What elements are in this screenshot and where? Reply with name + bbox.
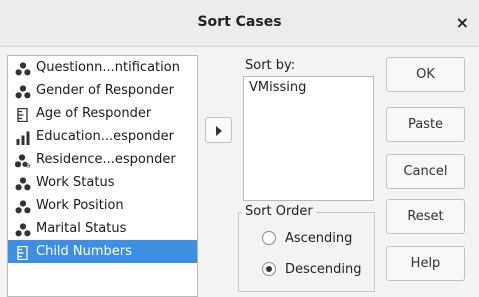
title-bar: Sort Cases ×: [0, 0, 479, 47]
variable-item[interactable]: Child Numbers: [8, 240, 197, 263]
variable-item[interactable]: Questionn...ntification: [8, 56, 197, 79]
variable-item[interactable]: Work Position: [8, 194, 197, 217]
variable-label: Marital Status: [36, 221, 127, 236]
variable-label: Residence...esponder: [36, 152, 176, 167]
sort-order-group: [238, 212, 375, 292]
variable-label: Work Status: [36, 175, 115, 190]
variable-label: Gender of Responder: [36, 83, 174, 98]
variable-label: Age of Responder: [36, 106, 152, 121]
reset-button[interactable]: Reset: [386, 199, 465, 234]
variable-item[interactable]: Gender of Responder: [8, 79, 197, 102]
variable-label: Child Numbers: [36, 244, 132, 259]
variable-label: Questionn...ntification: [36, 60, 180, 75]
ruler-icon: [15, 107, 31, 123]
variable-item[interactable]: Age of Responder: [8, 102, 197, 125]
variable-label: Work Position: [36, 198, 124, 213]
nominal-icon: [15, 61, 31, 76]
descending-label: Descending: [285, 262, 362, 277]
svg-text:a: a: [26, 162, 30, 169]
arrow-right-icon: [216, 126, 222, 136]
ascending-label: Ascending: [285, 231, 353, 246]
sort-order-label: Sort Order: [242, 204, 316, 219]
move-to-sort-by-button[interactable]: [205, 117, 232, 143]
source-variable-list[interactable]: Questionn...ntification Gender of Respond…: [7, 55, 198, 297]
ordinal-icon: [15, 130, 31, 145]
nominal-icon: [15, 199, 31, 214]
ruler-icon: [15, 245, 31, 261]
nominal-icon: [15, 222, 31, 237]
sort-by-item[interactable]: VMissing: [249, 80, 306, 95]
ascending-radio[interactable]: [262, 231, 276, 245]
paste-button[interactable]: Paste: [386, 107, 465, 142]
variable-item[interactable]: Education...esponder: [8, 125, 197, 148]
variable-item[interactable]: a Residence...esponder: [8, 148, 197, 171]
help-button[interactable]: Help: [386, 246, 465, 281]
nominal-icon: [15, 84, 31, 99]
sort-by-list[interactable]: VMissing: [243, 76, 374, 201]
dialog-title: Sort Cases: [197, 14, 282, 30]
ok-button[interactable]: OK: [386, 57, 465, 92]
sort-by-label: Sort by:: [245, 58, 296, 73]
nominal-icon: [15, 176, 31, 191]
cancel-button[interactable]: Cancel: [386, 154, 465, 189]
descending-radio[interactable]: [262, 262, 276, 276]
variable-item[interactable]: Marital Status: [8, 217, 197, 240]
variable-label: Education...esponder: [36, 129, 174, 144]
variable-item[interactable]: Work Status: [8, 171, 197, 194]
close-icon[interactable]: ×: [456, 13, 469, 32]
nominal-string-icon: a: [14, 153, 31, 170]
